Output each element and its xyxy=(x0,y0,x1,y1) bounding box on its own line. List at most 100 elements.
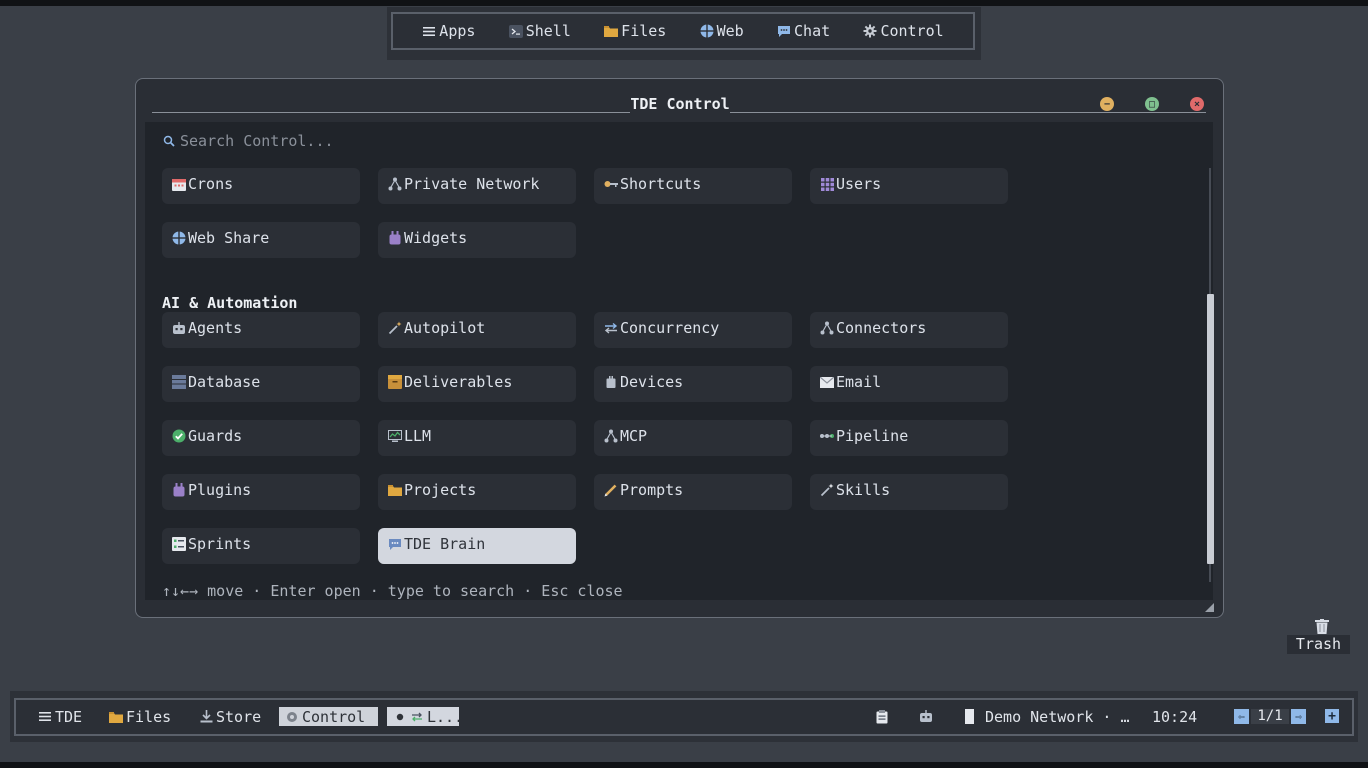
globe-icon xyxy=(700,24,714,38)
taskbar-network-status[interactable]: Demo Network · … xyxy=(962,707,1130,726)
control-item-label: Email xyxy=(836,373,882,391)
section-heading-ai-automation: AI & Automation xyxy=(162,294,298,312)
control-item-label: Autopilot xyxy=(404,319,486,337)
database-icon xyxy=(172,375,186,389)
control-item-email[interactable]: Email xyxy=(810,366,1008,402)
taskbar-files[interactable]: Files xyxy=(109,707,171,726)
taskbar-clipboard[interactable] xyxy=(875,707,889,726)
control-item-projects[interactable]: Projects xyxy=(378,474,576,510)
plug-icon xyxy=(388,231,402,245)
control-item-plugins[interactable]: Plugins xyxy=(162,474,360,510)
control-item-label: Deliverables xyxy=(404,373,513,391)
search-icon xyxy=(162,134,176,148)
menu-icon xyxy=(38,710,52,724)
magic-wand-icon xyxy=(820,483,834,497)
folder-icon xyxy=(604,24,619,38)
add-workspace-button[interactable]: + xyxy=(1325,709,1339,724)
control-item-web-share[interactable]: Web Share xyxy=(162,222,360,258)
dock-files-label: Files xyxy=(621,22,667,40)
control-item-label: Shortcuts xyxy=(620,175,702,193)
control-item-autopilot[interactable]: Autopilot xyxy=(378,312,576,348)
control-item-guards[interactable]: Guards xyxy=(162,420,360,456)
resize-handle[interactable] xyxy=(1205,603,1214,612)
chart-monitor-icon xyxy=(388,429,402,443)
minimize-icon: − xyxy=(1103,98,1111,110)
scrollbar-thumb[interactable] xyxy=(1207,294,1214,564)
calendar-icon xyxy=(172,177,186,191)
control-item-connectors[interactable]: Connectors xyxy=(810,312,1008,348)
trash-icon xyxy=(1315,619,1329,634)
dock-files[interactable]: Files xyxy=(600,22,670,40)
control-item-pipeline[interactable]: Pipeline xyxy=(810,420,1008,456)
maximize-button[interactable]: □ xyxy=(1145,97,1159,111)
control-item-label: Connectors xyxy=(836,319,927,337)
robot-icon xyxy=(172,321,186,335)
control-item-label: Devices xyxy=(620,373,684,391)
dock-apps-label: Apps xyxy=(439,22,476,40)
taskbar-store[interactable]: Store xyxy=(199,707,261,726)
workspace-next-button[interactable]: ⇨ xyxy=(1291,709,1306,724)
control-item-label: Skills xyxy=(836,481,891,499)
workspace-pager: ⇦ 1/1 ⇨ xyxy=(1234,708,1306,725)
search-input[interactable] xyxy=(180,132,540,150)
control-item-skills[interactable]: Skills xyxy=(810,474,1008,510)
control-item-label: TDE Brain xyxy=(404,535,486,553)
control-item-label: Guards xyxy=(188,427,243,445)
clipboard-icon xyxy=(875,709,889,724)
plug-icon xyxy=(172,483,186,497)
control-item-deliverables[interactable]: Deliverables xyxy=(378,366,576,402)
dock-shell[interactable]: Shell xyxy=(505,22,575,40)
control-item-users[interactable]: Users xyxy=(810,168,1008,204)
control-item-llm[interactable]: LLM xyxy=(378,420,576,456)
control-item-label: Agents xyxy=(188,319,243,337)
control-item-label: Prompts xyxy=(620,481,684,499)
taskbar-tde-menu[interactable]: TDE xyxy=(38,707,82,726)
checklist-icon xyxy=(172,537,186,551)
arrows-exchange-icon xyxy=(604,321,618,335)
window-title[interactable]: TDE Control xyxy=(630,95,730,113)
trash-label: Trash xyxy=(1287,635,1350,654)
titlebar-rule-left xyxy=(152,112,630,113)
network-icon xyxy=(604,429,618,443)
dock-control[interactable]: Control xyxy=(859,22,947,40)
control-item-prompts[interactable]: Prompts xyxy=(594,474,792,510)
arrow-left-icon: ⇦ xyxy=(1238,710,1245,723)
control-item-label: Crons xyxy=(188,175,234,193)
close-button[interactable]: × xyxy=(1190,97,1204,111)
minimize-button[interactable]: − xyxy=(1100,97,1114,111)
envelope-icon xyxy=(820,375,834,389)
taskbar-agent[interactable] xyxy=(919,707,933,726)
control-item-sprints[interactable]: Sprints xyxy=(162,528,360,564)
globe-icon xyxy=(172,231,186,245)
folder-icon xyxy=(109,710,123,724)
robot-icon xyxy=(919,710,933,724)
control-item-widgets[interactable]: Widgets xyxy=(378,222,576,258)
taskbar-ll-task[interactable]: L... xyxy=(387,707,463,726)
workspace-prev-button[interactable]: ⇦ xyxy=(1234,709,1249,724)
control-item-devices[interactable]: Devices xyxy=(594,366,792,402)
pencil-icon xyxy=(604,483,618,497)
chat-bubble-icon xyxy=(777,24,791,38)
control-item-shortcuts[interactable]: Shortcuts xyxy=(594,168,792,204)
bottom-edge xyxy=(0,762,1368,768)
clock-label: 10:24 xyxy=(1152,707,1198,726)
control-item-concurrency[interactable]: Concurrency xyxy=(594,312,792,348)
taskbar-ll-label: L... xyxy=(427,707,464,726)
control-item-agents[interactable]: Agents xyxy=(162,312,360,348)
taskbar-control-task[interactable]: Control xyxy=(279,707,378,726)
control-item-tde-brain[interactable]: TDE Brain xyxy=(378,528,576,564)
dock-apps[interactable]: Apps xyxy=(418,22,479,40)
dock-chat[interactable]: Chat xyxy=(773,22,834,40)
control-item-crons[interactable]: Crons xyxy=(162,168,360,204)
control-item-database[interactable]: Database xyxy=(162,366,360,402)
control-item-label: Pipeline xyxy=(836,427,909,445)
control-item-mcp[interactable]: MCP xyxy=(594,420,792,456)
dock-chat-label: Chat xyxy=(794,22,831,40)
terminal-icon xyxy=(508,24,523,38)
dock-web[interactable]: Web xyxy=(696,22,748,40)
download-icon xyxy=(199,710,213,724)
control-item-private-network[interactable]: Private Network xyxy=(378,168,576,204)
signal-bar-icon xyxy=(962,709,976,724)
dock-web-label: Web xyxy=(716,22,744,40)
search-bar xyxy=(162,130,562,152)
